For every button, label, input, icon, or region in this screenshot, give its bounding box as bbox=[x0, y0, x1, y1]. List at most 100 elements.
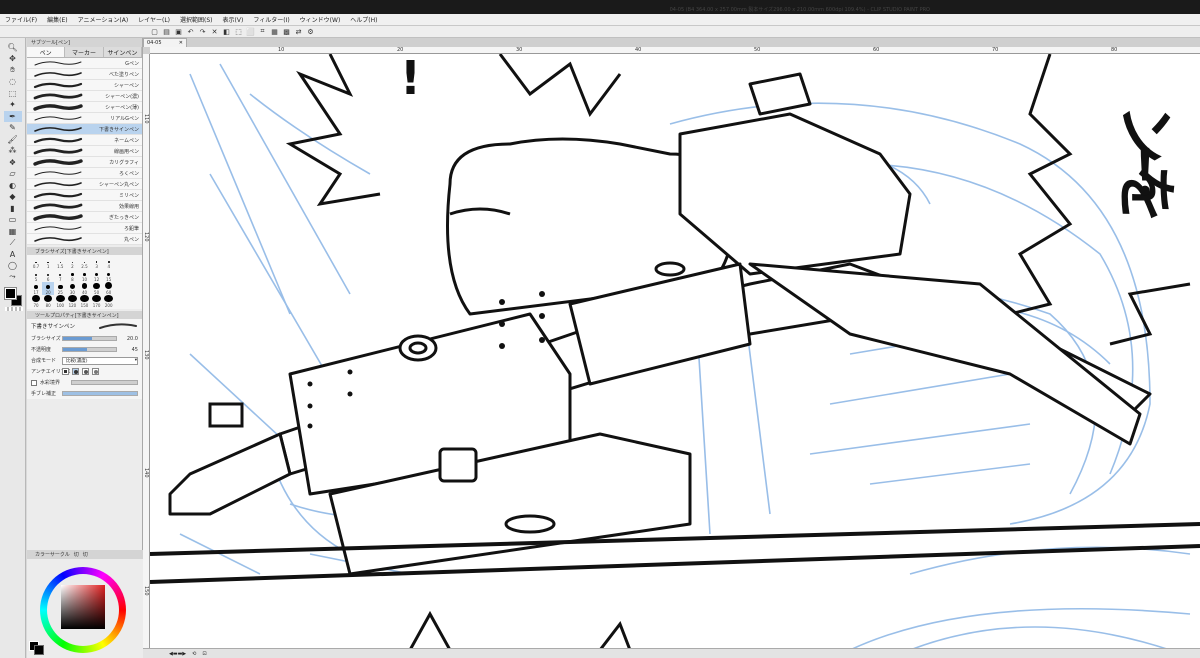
color-tab-0[interactable]: カラーサークル bbox=[35, 551, 70, 558]
eraser-icon[interactable]: ▱ bbox=[4, 169, 22, 180]
brush-size-cell[interactable]: 10 bbox=[78, 269, 90, 282]
subtool-tab-1[interactable]: マーカー bbox=[65, 47, 104, 57]
brush-size-cell[interactable]: 50 bbox=[91, 282, 103, 295]
brush-size-cell[interactable]: 2 bbox=[66, 256, 78, 269]
open-icon[interactable]: ▤ bbox=[162, 27, 171, 36]
fill-icon[interactable]: ◧ bbox=[222, 27, 231, 36]
brush-size-cell[interactable]: 25 bbox=[54, 282, 66, 295]
transform-icon[interactable]: ⬚ bbox=[234, 27, 243, 36]
brush-size-cell[interactable]: 5 bbox=[30, 269, 42, 282]
settings-icon[interactable]: ⚙ bbox=[306, 27, 315, 36]
decoration-icon[interactable]: ❖ bbox=[4, 157, 22, 168]
figure-icon[interactable]: ▭ bbox=[4, 215, 22, 226]
brush-size-cell[interactable]: 40 bbox=[78, 282, 90, 295]
hand-icon[interactable]: ✋︎ bbox=[4, 65, 22, 76]
pen-tool-icon[interactable]: ✒ bbox=[3, 111, 22, 122]
wheel-sub-chip[interactable] bbox=[34, 645, 44, 655]
airbrush-icon[interactable]: ⁂ bbox=[4, 146, 22, 157]
save-icon[interactable]: ▣ bbox=[174, 27, 183, 36]
lasso-icon[interactable]: ◌ bbox=[4, 77, 22, 88]
menu-item-5[interactable]: 表示(V) bbox=[218, 15, 249, 24]
brush-item[interactable]: ミリペン bbox=[27, 190, 142, 201]
menu-item-3[interactable]: レイヤー(L) bbox=[133, 15, 175, 24]
brush-item[interactable]: シャーペン丸ペン bbox=[27, 179, 142, 190]
ruler-icon[interactable]: ▩ bbox=[282, 27, 291, 36]
brush-size-cell[interactable]: 1.5 bbox=[54, 256, 66, 269]
fill-bucket-icon[interactable]: ◆ bbox=[4, 192, 22, 203]
ruler-tool-icon[interactable]: ⟋ bbox=[4, 238, 22, 249]
opacity-slider[interactable] bbox=[62, 347, 117, 352]
menu-item-7[interactable]: ウィンドウ(W) bbox=[295, 15, 346, 24]
brush-size-cell[interactable]: 150 bbox=[78, 295, 90, 308]
flip-icon[interactable]: ⇄ bbox=[294, 27, 303, 36]
brush-size-cell[interactable]: 200 bbox=[103, 295, 115, 308]
brush-item[interactable]: シャーペン(薄) bbox=[27, 102, 142, 113]
select-icon[interactable]: ⬚ bbox=[4, 88, 22, 99]
color-square[interactable] bbox=[61, 585, 105, 629]
aa-medium-icon[interactable] bbox=[82, 368, 89, 375]
brush-size-cell[interactable]: 3 bbox=[91, 256, 103, 269]
brush-size-cell[interactable]: 120 bbox=[66, 295, 78, 308]
main-color[interactable] bbox=[3, 286, 17, 300]
brush-size-value[interactable]: 20.0 bbox=[120, 336, 138, 342]
brush-item[interactable]: リアルGペン bbox=[27, 113, 142, 124]
brush-size-cell[interactable]: 15 bbox=[103, 269, 115, 282]
deselect-icon[interactable]: ⬜ bbox=[246, 27, 255, 36]
aa-weak-icon[interactable] bbox=[72, 368, 79, 375]
aa-strong-icon[interactable] bbox=[92, 368, 99, 375]
brush-size-cell[interactable]: 12 bbox=[91, 269, 103, 282]
edge-checkbox[interactable] bbox=[31, 379, 37, 386]
undo-icon[interactable]: ↶ bbox=[186, 27, 195, 36]
color-tab-2[interactable]: 切 bbox=[83, 551, 88, 558]
brush-item[interactable]: ろ鉛筆 bbox=[27, 223, 142, 234]
stabilizer-slider[interactable] bbox=[62, 391, 138, 396]
brush-size-cell[interactable]: 1 bbox=[42, 256, 54, 269]
brush-size-cell[interactable]: 17 bbox=[30, 282, 42, 295]
blend-dropdown[interactable]: 比較(濃度) ▾ bbox=[62, 356, 138, 365]
brush-icon[interactable]: 🖌︎ bbox=[4, 134, 22, 145]
brush-size-cell[interactable]: 6 bbox=[42, 269, 54, 282]
text-tool-icon[interactable]: A bbox=[4, 249, 22, 260]
correct-line-icon[interactable]: ⤳ bbox=[4, 272, 22, 283]
brush-item[interactable]: ぎたっきペン bbox=[27, 212, 142, 223]
menu-item-1[interactable]: 編集(E) bbox=[42, 15, 72, 24]
brush-size-cell[interactable]: 100 bbox=[54, 295, 66, 308]
menu-item-8[interactable]: ヘルプ(H) bbox=[345, 15, 382, 24]
main-color-chip[interactable] bbox=[3, 286, 23, 311]
gradient-icon[interactable]: ▮ bbox=[4, 203, 22, 214]
move-icon[interactable]: ✥ bbox=[4, 54, 22, 65]
aa-none-icon[interactable] bbox=[62, 368, 69, 375]
brush-item[interactable]: 丸ペン bbox=[27, 234, 142, 245]
new-icon[interactable]: ▢ bbox=[150, 27, 159, 36]
zoom-slider-icon[interactable]: ◀▬▬▶ bbox=[169, 651, 186, 657]
drawing-canvas[interactable]: ! ンを ！ bbox=[150, 54, 1200, 650]
brush-size-cell[interactable]: 7 bbox=[54, 269, 66, 282]
brush-size-cell[interactable]: 0.7 bbox=[30, 256, 42, 269]
transparent-color[interactable] bbox=[4, 306, 23, 311]
brush-size-cell[interactable]: 60 bbox=[103, 282, 115, 295]
menu-item-6[interactable]: フィルター(I) bbox=[248, 15, 294, 24]
edge-slider[interactable] bbox=[71, 380, 138, 385]
color-tab-1[interactable]: 切 bbox=[74, 551, 79, 558]
menu-item-2[interactable]: アニメーション(A) bbox=[73, 15, 134, 24]
clear-icon[interactable]: ✕ bbox=[210, 27, 219, 36]
balloon-icon[interactable]: ◯ bbox=[4, 261, 22, 272]
brush-item[interactable]: 効果線用 bbox=[27, 201, 142, 212]
pencil-icon[interactable]: ✎ bbox=[4, 123, 22, 134]
brush-size-cell[interactable]: 30 bbox=[66, 282, 78, 295]
brush-item[interactable]: シャーペン(濃) bbox=[27, 91, 142, 102]
brush-item[interactable]: ろくペン bbox=[27, 168, 142, 179]
brush-item[interactable]: ネームペン bbox=[27, 135, 142, 146]
brush-size-cell[interactable]: 80 bbox=[42, 295, 54, 308]
brush-size-cell[interactable]: 170 bbox=[91, 295, 103, 308]
menu-item-4[interactable]: 選択範囲(S) bbox=[175, 15, 218, 24]
opacity-value[interactable]: 45 bbox=[120, 347, 138, 353]
brush-size-cell[interactable]: 8 bbox=[66, 269, 78, 282]
crop-icon[interactable]: ⌗ bbox=[258, 27, 267, 36]
close-icon[interactable]: ✕ bbox=[179, 40, 183, 46]
brush-item[interactable]: 下書きサインペン bbox=[27, 124, 142, 135]
frame-icon[interactable]: ▦ bbox=[4, 226, 22, 237]
brush-size-slider[interactable] bbox=[62, 336, 117, 341]
menu-item-0[interactable]: ファイル(F) bbox=[0, 15, 42, 24]
auto-select-icon[interactable]: ✦ bbox=[4, 100, 22, 111]
